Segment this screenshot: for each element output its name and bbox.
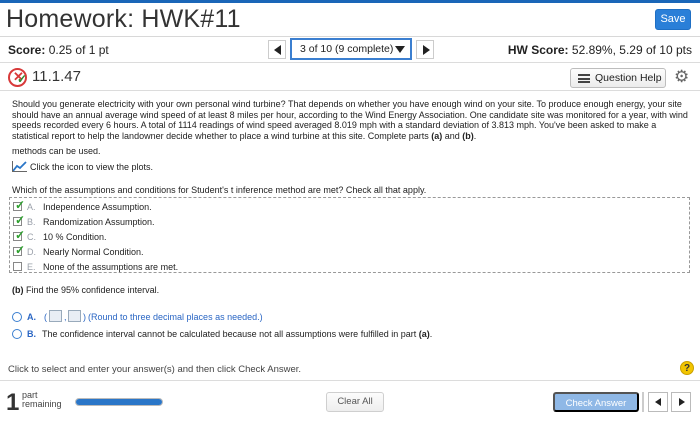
save-button[interactable]: Save — [655, 9, 691, 30]
stem-text: Should you generate electricity with you… — [12, 99, 688, 141]
check-answer-button[interactable]: Check Answer — [553, 392, 639, 412]
choice-b-checkbox[interactable]: ✓ — [13, 213, 26, 227]
part-a-prompt: Which of the assumptions and conditions … — [12, 185, 427, 195]
choice-c-letter: C. — [27, 232, 36, 242]
part-b-text: Find the 95% confidence interval. — [23, 285, 160, 295]
checkmark-icon: ✓ — [15, 243, 26, 257]
choice-d-text: Nearly Normal Condition. — [43, 247, 144, 257]
rounding-hint: (Round to three decimal places as needed… — [88, 312, 263, 322]
footer-divider — [642, 392, 644, 412]
question-number: 11.1.47 — [32, 68, 81, 85]
hw-score-value: 52.89%, 5.29 of 10 pts — [571, 43, 692, 57]
question-selector-value: 3 of 10 (9 complete) — [300, 43, 394, 55]
page-title: Homework: HWK#11 — [6, 5, 241, 33]
progress-fill — [76, 399, 162, 405]
ci-upper-input[interactable] — [68, 310, 81, 322]
stem-part-b: (b) — [462, 130, 474, 141]
score-value: 0.25 of 1 pt — [48, 43, 109, 57]
checkmark-icon: ✓ — [15, 228, 26, 242]
homework-header: Homework: HWK#11 Save — [0, 3, 700, 37]
truncated-text: methods can be used. — [12, 148, 101, 156]
choice-c-checkbox[interactable]: ✓ — [13, 228, 26, 242]
view-plots-link[interactable]: Click the icon to view the plots. — [12, 161, 153, 172]
view-plots-text: Click the icon to view the plots. — [30, 162, 154, 172]
assumption-choices: ✓ A. Independence Assumption. ✓ B. Rando… — [9, 197, 690, 273]
option-b-end: . — [429, 329, 433, 339]
clear-all-button[interactable]: Clear All — [326, 392, 384, 412]
previous-question-button[interactable] — [268, 40, 286, 59]
footer-previous-button[interactable] — [648, 392, 668, 412]
chevron-down-icon — [395, 46, 405, 53]
stem-end: . — [473, 130, 477, 141]
choice-a-text: Independence Assumption. — [43, 202, 152, 212]
question-stem: Should you generate electricity with you… — [12, 99, 688, 141]
stem-and: and — [442, 130, 463, 141]
choice-e-checkbox[interactable] — [13, 262, 22, 271]
footer-bar: 1 part remaining Clear All Check Answer — [0, 380, 700, 426]
option-b-part-ref: (a) — [418, 329, 430, 339]
option-a-radio[interactable] — [12, 312, 22, 322]
parts-remaining-count: 1 — [6, 389, 20, 416]
checkmark-icon: ✓ — [15, 198, 26, 212]
question-help-label: Question Help — [595, 72, 662, 84]
option-b-text: The confidence interval cannot be calcul… — [42, 329, 432, 339]
score-bar: Score: 0.25 of 1 pt 3 of 10 (9 complete)… — [0, 37, 700, 63]
footer-next-button[interactable] — [671, 392, 691, 412]
next-question-button[interactable] — [416, 40, 434, 59]
option-b-body: The confidence interval cannot be calcul… — [42, 329, 419, 339]
stem-part-a: (a) — [431, 130, 443, 141]
choice-a-letter: A. — [27, 202, 36, 212]
instruction-text: Click to select and enter your answer(s)… — [8, 364, 302, 375]
progress-bar — [75, 398, 163, 406]
remaining-label: remaining — [22, 399, 62, 409]
option-a-close-paren: ) — [83, 312, 86, 322]
question-help-button[interactable]: Question Help — [570, 68, 666, 88]
choice-d-checkbox[interactable]: ✓ — [13, 243, 26, 257]
choice-c-text: 10 % Condition. — [43, 232, 107, 242]
parts-remaining-label: part remaining — [22, 391, 62, 409]
ci-lower-input[interactable] — [49, 310, 62, 322]
choice-b-text: Randomization Assumption. — [43, 217, 155, 227]
help-icon[interactable]: ? — [680, 361, 694, 375]
option-a-open-paren: ( — [44, 312, 47, 322]
score-label: Score: — [8, 43, 46, 57]
choice-e-letter: E. — [27, 262, 36, 272]
choice-e-text: None of the assumptions are met. — [43, 262, 179, 272]
part-b-prompt: (b) Find the 95% confidence interval. — [12, 285, 159, 295]
option-b-radio[interactable] — [12, 329, 22, 339]
option-a-letter: A. — [27, 312, 36, 322]
list-icon — [578, 74, 590, 83]
hw-score-display: HW Score: 52.89%, 5.29 of 10 pts — [508, 43, 692, 57]
question-bar: ✕ ✓ 11.1.47 Question Help ⚙ — [0, 64, 700, 91]
option-a-comma: , — [64, 312, 67, 322]
choice-a-checkbox[interactable]: ✓ — [13, 198, 26, 212]
option-b-letter: B. — [27, 329, 36, 339]
choice-b-letter: B. — [27, 217, 36, 227]
gear-icon[interactable]: ⚙ — [674, 67, 689, 87]
line-chart-icon — [12, 161, 27, 172]
part-b-label: (b) — [12, 285, 24, 295]
question-selector-dropdown[interactable]: 3 of 10 (9 complete) — [290, 38, 412, 60]
choice-d-letter: D. — [27, 247, 36, 257]
score-display: Score: 0.25 of 1 pt — [8, 43, 109, 57]
partial-credit-icon: ✕ ✓ — [8, 68, 27, 87]
checkmark-icon: ✓ — [15, 213, 26, 227]
hw-score-label: HW Score: — [507, 43, 569, 57]
